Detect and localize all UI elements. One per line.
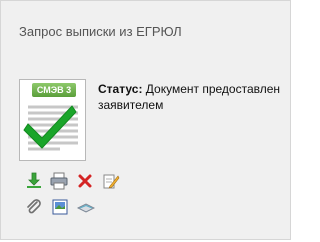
status-label: Статус: [98, 82, 143, 96]
image-icon[interactable] [51, 198, 69, 216]
smev-badge: СМЭВ 3 [32, 83, 76, 97]
panel-title: Запрос выписки из ЕГРЮЛ [19, 24, 182, 39]
attach-icon[interactable] [25, 198, 43, 216]
edit-icon[interactable] [102, 172, 120, 190]
print-icon[interactable] [50, 172, 68, 190]
request-panel: Запрос выписки из ЕГРЮЛ СМЭВ 3 Статус: Д… [0, 0, 291, 240]
delete-icon[interactable] [76, 172, 94, 190]
scanner-icon[interactable] [77, 198, 95, 216]
document-thumbnail[interactable]: СМЭВ 3 [19, 79, 86, 161]
download-icon[interactable] [25, 172, 43, 190]
status-text: Статус: Документ предоставлен заявителем [98, 81, 288, 113]
